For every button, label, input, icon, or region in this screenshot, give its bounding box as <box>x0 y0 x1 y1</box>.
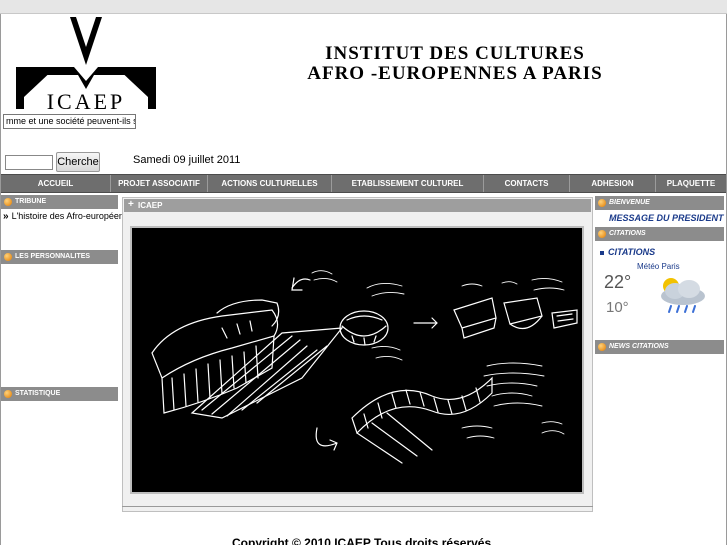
center-divider <box>122 506 593 507</box>
link-citations[interactable]: CITATIONS <box>600 247 655 257</box>
nav-item-plaquette[interactable]: PLAQUETTE <box>656 175 726 192</box>
bullet-icon <box>4 198 12 206</box>
browser-top-strip <box>0 0 727 14</box>
double-chevron-right-icon: » <box>3 211 9 222</box>
sidebar-head-label: BIENVENUE <box>609 199 650 206</box>
copyright-text: Copyright © 2010 ICAEP Tous droits réser… <box>232 536 492 545</box>
sidebar-head-label: STATISTIQUE <box>15 390 61 397</box>
sidebar-head-label: NEWS CITATIONS <box>609 343 669 350</box>
site-title: INSTITUT DES CULTURES AFRO -EUROPENNES A… <box>250 44 660 84</box>
nav-item-etablissement-culturel[interactable]: ETABLISSEMENT CULTUREL <box>332 175 484 192</box>
sidebar-head-bienvenue: BIENVENUE <box>595 196 724 210</box>
sidebar-link-label: L'histoire des Afro-européens <box>11 211 129 221</box>
sidebar-head-tribune: TRIBUNE <box>1 195 118 209</box>
sidebar-head-personnalites: LES PERSONNALITES <box>1 250 118 264</box>
current-date: Samedi 09 juillet 2011 <box>133 154 241 166</box>
center-panel-title: ICAEP <box>138 201 163 210</box>
sidebar-head-label: TRIBUNE <box>15 198 47 205</box>
nav-item-projet-associatif[interactable]: PROJET ASSOCIATIF <box>111 175 208 192</box>
sidebar-head-label: CITATIONS <box>609 230 646 237</box>
bullet-icon <box>4 253 12 261</box>
icaep-logo[interactable]: ICAEP <box>16 17 156 114</box>
site-title-line1: INSTITUT DES CULTURES <box>325 43 585 64</box>
link-message-president[interactable]: MESSAGE DU PRESIDENT <box>609 213 724 223</box>
main-nav: ACCUEIL PROJET ASSOCIATIF ACTIONS CULTUR… <box>1 174 726 193</box>
sidebar-head-statistique: STATISTIQUE <box>1 387 118 401</box>
center-panel-header: + ICAEP <box>124 199 591 212</box>
search-input[interactable] <box>5 155 53 170</box>
bullet-icon <box>598 199 606 207</box>
temp-low: 10° <box>606 299 629 316</box>
search-button[interactable]: Cherche <box>56 152 100 172</box>
architecture-sketch-image <box>130 226 584 494</box>
weather-label: Météo Paris <box>637 262 680 271</box>
bullet-icon <box>598 230 606 238</box>
site-title-line2: AFRO -EUROPENNES A PARIS <box>307 63 603 84</box>
temp-high: 22° <box>604 272 632 292</box>
weather-widget[interactable]: Météo Paris 22° 10° <box>599 262 719 322</box>
nav-item-contacts[interactable]: CONTACTS <box>484 175 570 192</box>
rain-cloud-icon <box>661 278 705 313</box>
bullet-icon <box>4 390 12 398</box>
sidebar-head-citations: CITATIONS <box>595 227 724 241</box>
sidebar-head-news-citations: NEWS CITATIONS <box>595 340 724 354</box>
square-bullet-icon <box>600 250 604 255</box>
nav-item-adhesion[interactable]: ADHESION <box>570 175 656 192</box>
sidebar-link-histoire[interactable]: » L'histoire des Afro-européens <box>3 211 128 222</box>
logo-text: ICAEP <box>46 89 126 114</box>
sidebar-head-label: LES PERSONNALITES <box>15 253 91 260</box>
nav-item-actions-culturelles[interactable]: ACTIONS CULTURELLES <box>208 175 332 192</box>
scrolling-marquee: mme et une société peuvent-ils se co <box>3 114 136 129</box>
link-citations-label: CITATIONS <box>608 247 656 257</box>
bullet-icon <box>598 343 606 351</box>
plus-icon: + <box>128 199 134 210</box>
nav-item-accueil[interactable]: ACCUEIL <box>1 175 111 192</box>
